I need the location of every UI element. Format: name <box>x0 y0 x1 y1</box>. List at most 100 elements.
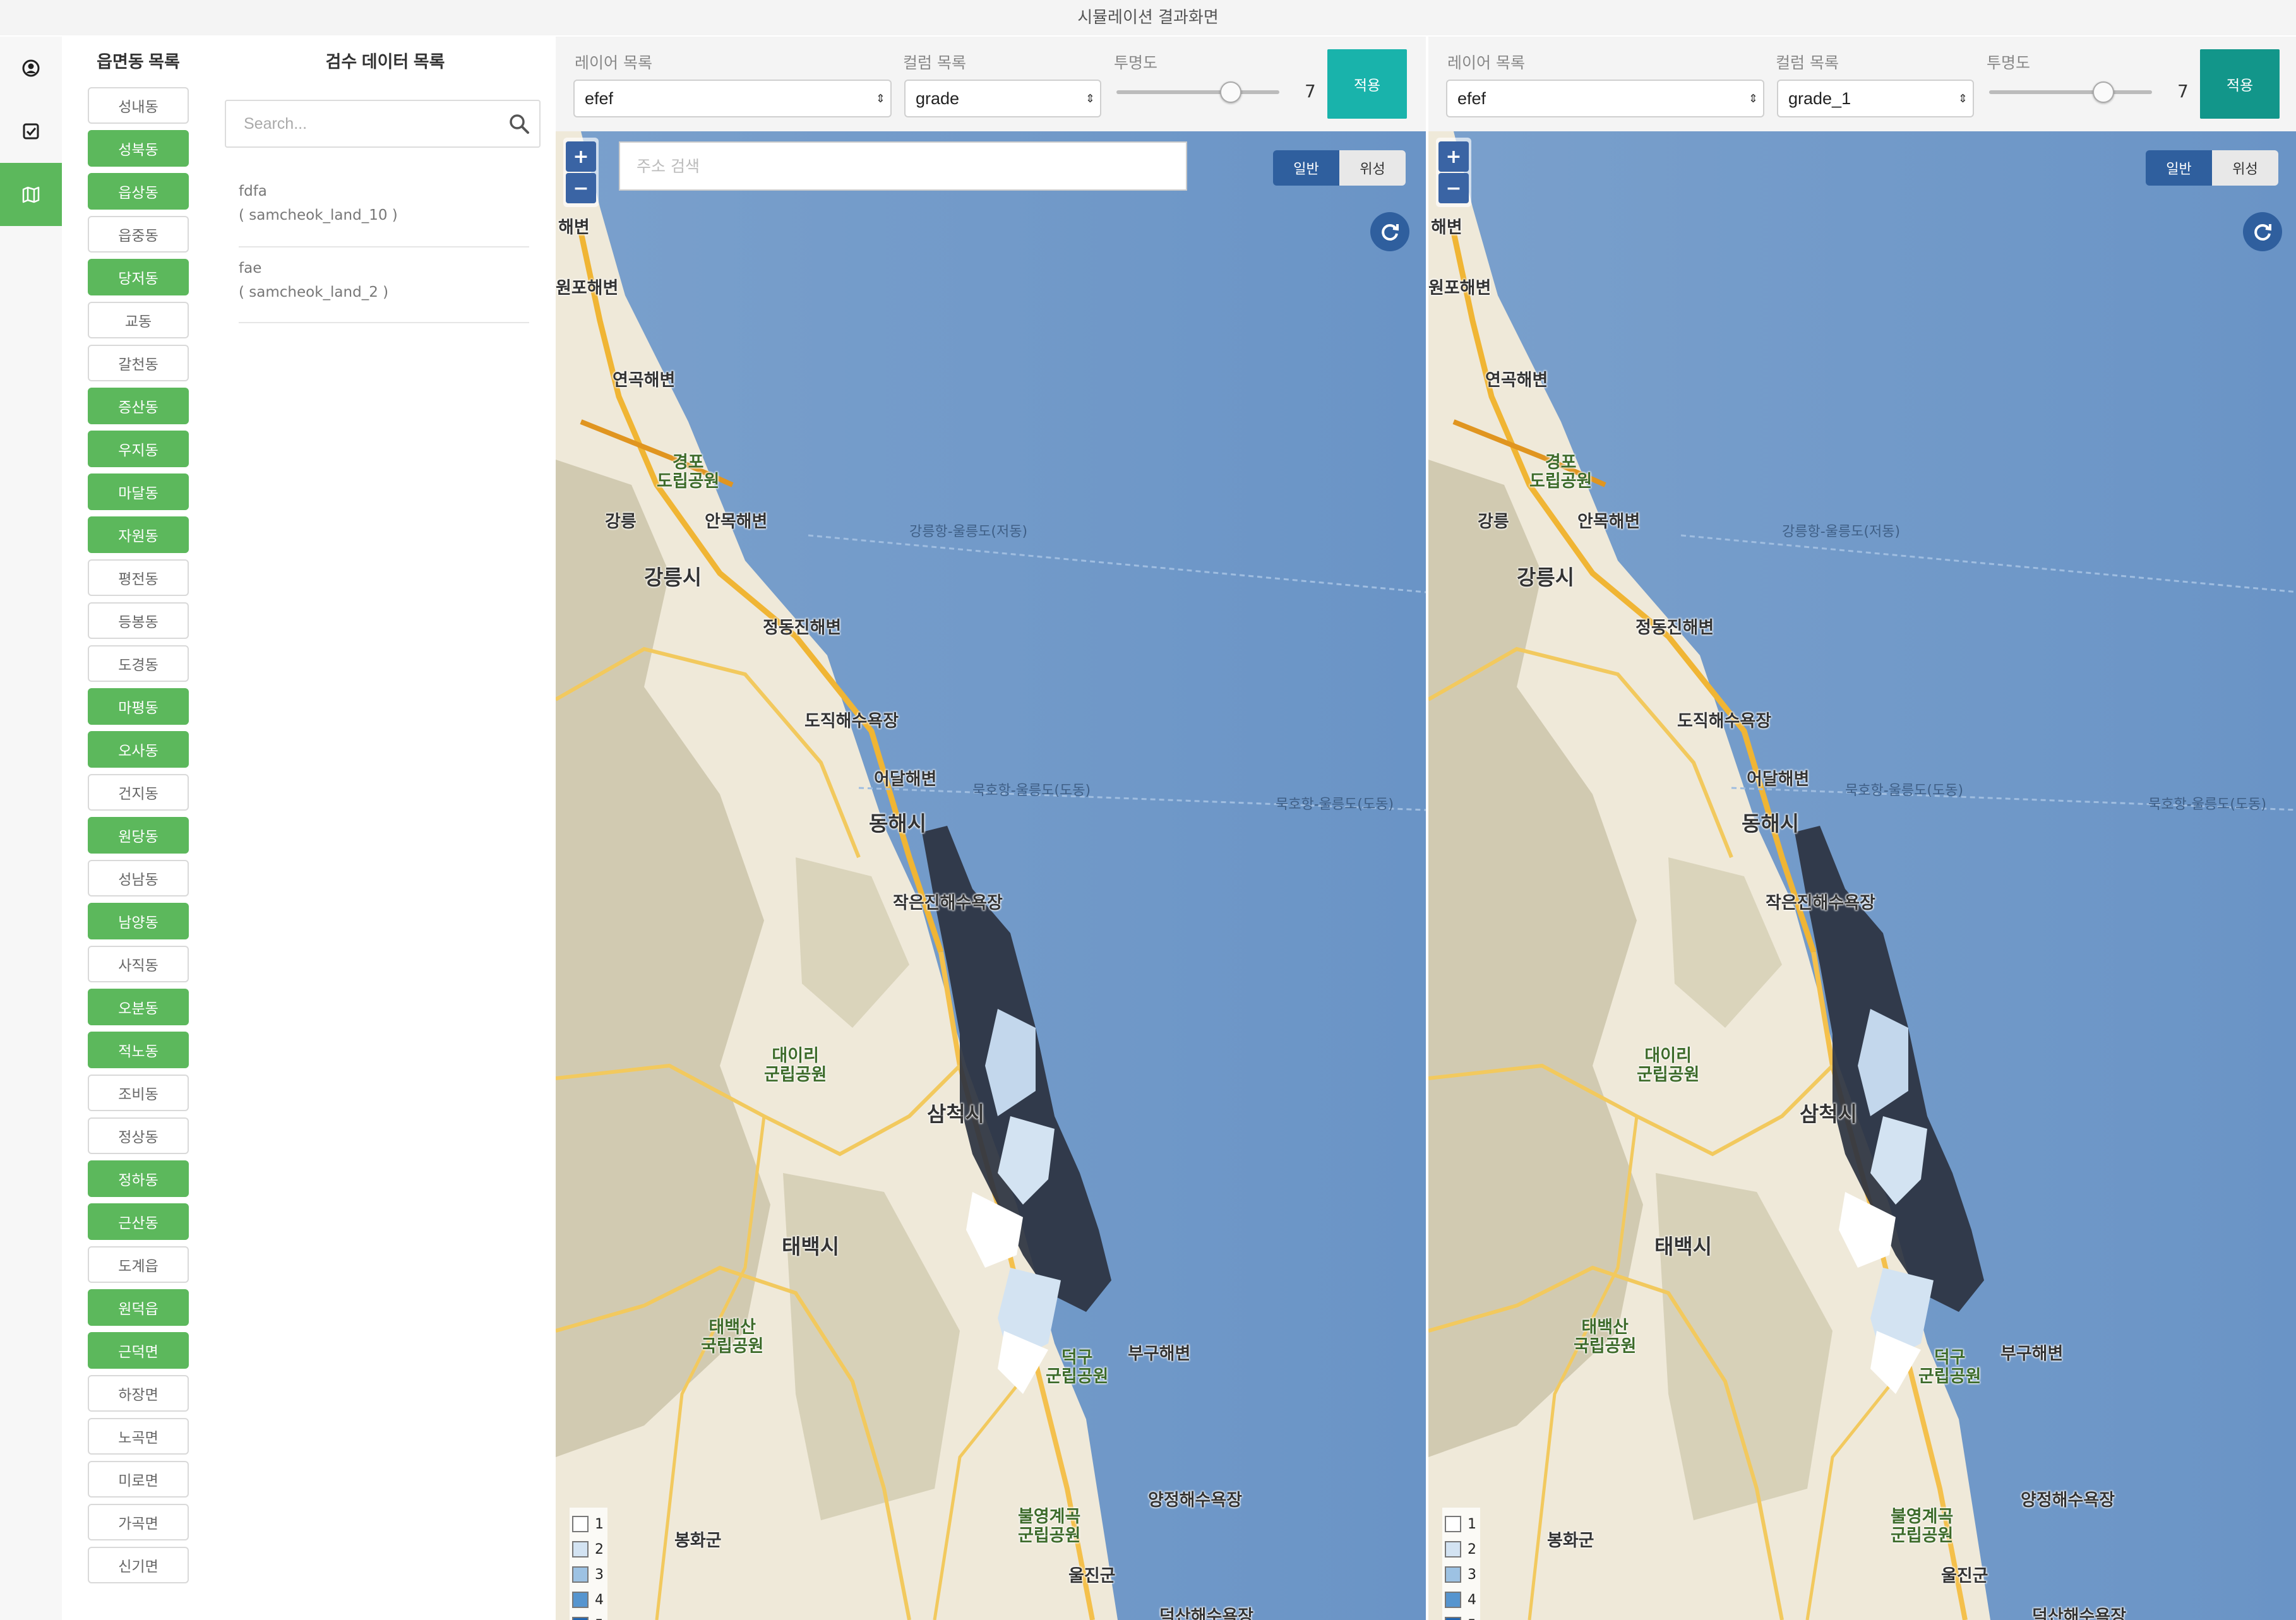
map-controls-bar: 레이어 목록 efef ⇕ 컬럼 목록 grade_1 ⇕ 투명도 7 적용 <box>1428 37 2296 131</box>
column-label: 컬럼 목록 <box>903 54 966 72</box>
dong-item[interactable]: 읍상동 <box>88 173 189 210</box>
basemap-normal-button[interactable]: 일반 <box>2146 150 2212 186</box>
dong-item[interactable]: 오사동 <box>88 731 189 768</box>
dong-item[interactable]: 조비동 <box>88 1075 189 1111</box>
rail-map-button[interactable] <box>0 163 62 226</box>
map-legend: 1 2 3 4 5 <box>1442 1508 1480 1620</box>
layer-select[interactable]: efef ⇕ <box>1446 80 1764 117</box>
dong-item[interactable]: 교동 <box>88 302 189 338</box>
dong-item[interactable]: 신기면 <box>88 1547 189 1583</box>
map-place-label: 원포해변 <box>1428 278 1492 298</box>
legend-row: 1 <box>572 1511 605 1537</box>
checkbox-icon <box>23 123 39 140</box>
column-label: 컬럼 목록 <box>1776 54 1839 72</box>
dong-item[interactable]: 마달동 <box>88 473 189 510</box>
dong-item[interactable]: 정상동 <box>88 1117 189 1154</box>
dong-item[interactable]: 도경동 <box>88 645 189 682</box>
zoom-out-button[interactable]: − <box>566 173 596 203</box>
dong-item[interactable]: 원당동 <box>88 817 189 854</box>
basemap-satellite-button[interactable]: 위성 <box>1339 150 1406 186</box>
map-ferry-label: 묵호항-울릉도(도동) <box>972 783 1091 799</box>
dong-item[interactable]: 당저동 <box>88 259 189 295</box>
dong-item[interactable]: 우지동 <box>88 431 189 467</box>
dong-item[interactable]: 오분동 <box>88 989 189 1025</box>
column-select[interactable]: grade ⇕ <box>904 80 1101 117</box>
data-search-input[interactable] <box>226 101 504 146</box>
dong-item[interactable]: 근산동 <box>88 1203 189 1240</box>
legend-label: 2 <box>1468 1541 1476 1557</box>
basemap-satellite-button[interactable]: 위성 <box>2212 150 2278 186</box>
map-place-label: 강릉 <box>1478 512 1509 532</box>
refresh-icon <box>2254 224 2271 241</box>
data-list-item[interactable]: fdfa ( samcheok_land_10 ) <box>239 170 529 247</box>
map-place-label: 울진군 <box>1941 1566 1988 1586</box>
zoom-in-button[interactable]: + <box>1438 141 1469 172</box>
dong-item[interactable]: 원덕읍 <box>88 1289 189 1326</box>
dong-item[interactable]: 미로면 <box>88 1461 189 1498</box>
dong-item[interactable]: 성남동 <box>88 860 189 896</box>
legend-row: 5 <box>572 1612 605 1620</box>
map-park-label: 불영계곡 군립공원 <box>1018 1507 1081 1546</box>
legend-swatch <box>572 1541 589 1557</box>
map-place-label: 안목해변 <box>705 512 768 532</box>
data-item-source: ( samcheok_land_2 ) <box>239 284 389 301</box>
zoom-out-button[interactable]: − <box>1438 173 1469 203</box>
data-search-box <box>225 100 541 148</box>
rail-checklist-button[interactable] <box>0 100 62 163</box>
dong-item[interactable]: 사직동 <box>88 946 189 982</box>
map-canvas[interactable]: +− 일반위성해변원포해변연곡해변강릉 안목해변강릉시정동진해변도직해수욕장어달해변… <box>556 131 1426 1620</box>
layer-select-value: efef <box>1457 89 1486 108</box>
layer-select[interactable]: efef ⇕ <box>573 80 892 117</box>
dong-item[interactable]: 도계읍 <box>88 1246 189 1283</box>
legend-row: 2 <box>1445 1537 1478 1562</box>
refresh-button[interactable] <box>1370 212 1409 251</box>
opacity-slider-track[interactable] <box>1116 90 1279 94</box>
map-place-label: 태백시 <box>782 1234 840 1259</box>
dong-item[interactable]: 정하동 <box>88 1160 189 1197</box>
opacity-slider-thumb[interactable] <box>1219 81 1241 103</box>
dong-item[interactable]: 노곡면 <box>88 1418 189 1455</box>
dong-item[interactable]: 가곡면 <box>88 1504 189 1540</box>
rail-user-button[interactable] <box>0 37 62 100</box>
legend-swatch <box>1445 1617 1461 1620</box>
map-place-label: 도직해수욕장 <box>804 712 899 731</box>
refresh-button[interactable] <box>2243 212 2282 251</box>
dong-item[interactable]: 평전동 <box>88 559 189 596</box>
dong-item[interactable]: 읍중동 <box>88 216 189 253</box>
map-place-label: 해변 <box>558 218 590 237</box>
select-arrows-icon: ⇕ <box>1748 92 1758 105</box>
dong-item[interactable]: 증산동 <box>88 388 189 424</box>
dong-item[interactable]: 하장면 <box>88 1375 189 1412</box>
apply-button[interactable]: 적용 <box>2200 49 2280 119</box>
dong-item[interactable]: 등봉동 <box>88 602 189 639</box>
legend-row: 4 <box>1445 1587 1478 1612</box>
map-place-label: 정동진해변 <box>763 618 842 638</box>
dong-item[interactable]: 남양동 <box>88 903 189 939</box>
dong-panel: 읍면동 목록 성내동 성북동 읍상동 읍중동 당저동 교동 갈천동 증산동 우지동 마달동 자원동 평… <box>62 37 215 1620</box>
select-arrows-icon: ⇕ <box>1085 92 1095 105</box>
data-list-item[interactable]: fae ( samcheok_land_2 ) <box>239 247 529 323</box>
dong-item[interactable]: 적노동 <box>88 1032 189 1068</box>
dong-item[interactable]: 성내동 <box>88 87 189 124</box>
opacity-slider-thumb[interactable] <box>2092 81 2114 103</box>
dong-item[interactable]: 자원동 <box>88 516 189 553</box>
address-search-input[interactable] <box>619 141 1187 191</box>
map-park-label: 경포 도립공원 <box>657 453 720 491</box>
select-arrows-icon: ⇕ <box>875 92 885 105</box>
basemap-normal-button[interactable]: 일반 <box>1273 150 1339 186</box>
map-canvas[interactable]: +− 일반위성해변원포해변연곡해변강릉 안목해변강릉시정동진해변도직해수욕장어달해변… <box>1428 131 2296 1620</box>
layer-label: 레이어 목록 <box>1447 54 1525 72</box>
data-item-name: fdfa <box>239 183 267 200</box>
apply-button[interactable]: 적용 <box>1327 49 1407 119</box>
search-icon[interactable] <box>508 112 530 135</box>
dong-item[interactable]: 근덕면 <box>88 1332 189 1369</box>
zoom-in-button[interactable]: + <box>566 141 596 172</box>
column-select[interactable]: grade_1 ⇕ <box>1777 80 1974 117</box>
dong-item[interactable]: 갈천동 <box>88 345 189 381</box>
dong-item[interactable]: 건지동 <box>88 774 189 811</box>
legend-label: 3 <box>595 1566 604 1583</box>
dong-item[interactable]: 성북동 <box>88 130 189 167</box>
column-select-value: grade <box>916 89 960 108</box>
opacity-slider-track[interactable] <box>1989 90 2152 94</box>
dong-item[interactable]: 마평동 <box>88 688 189 725</box>
